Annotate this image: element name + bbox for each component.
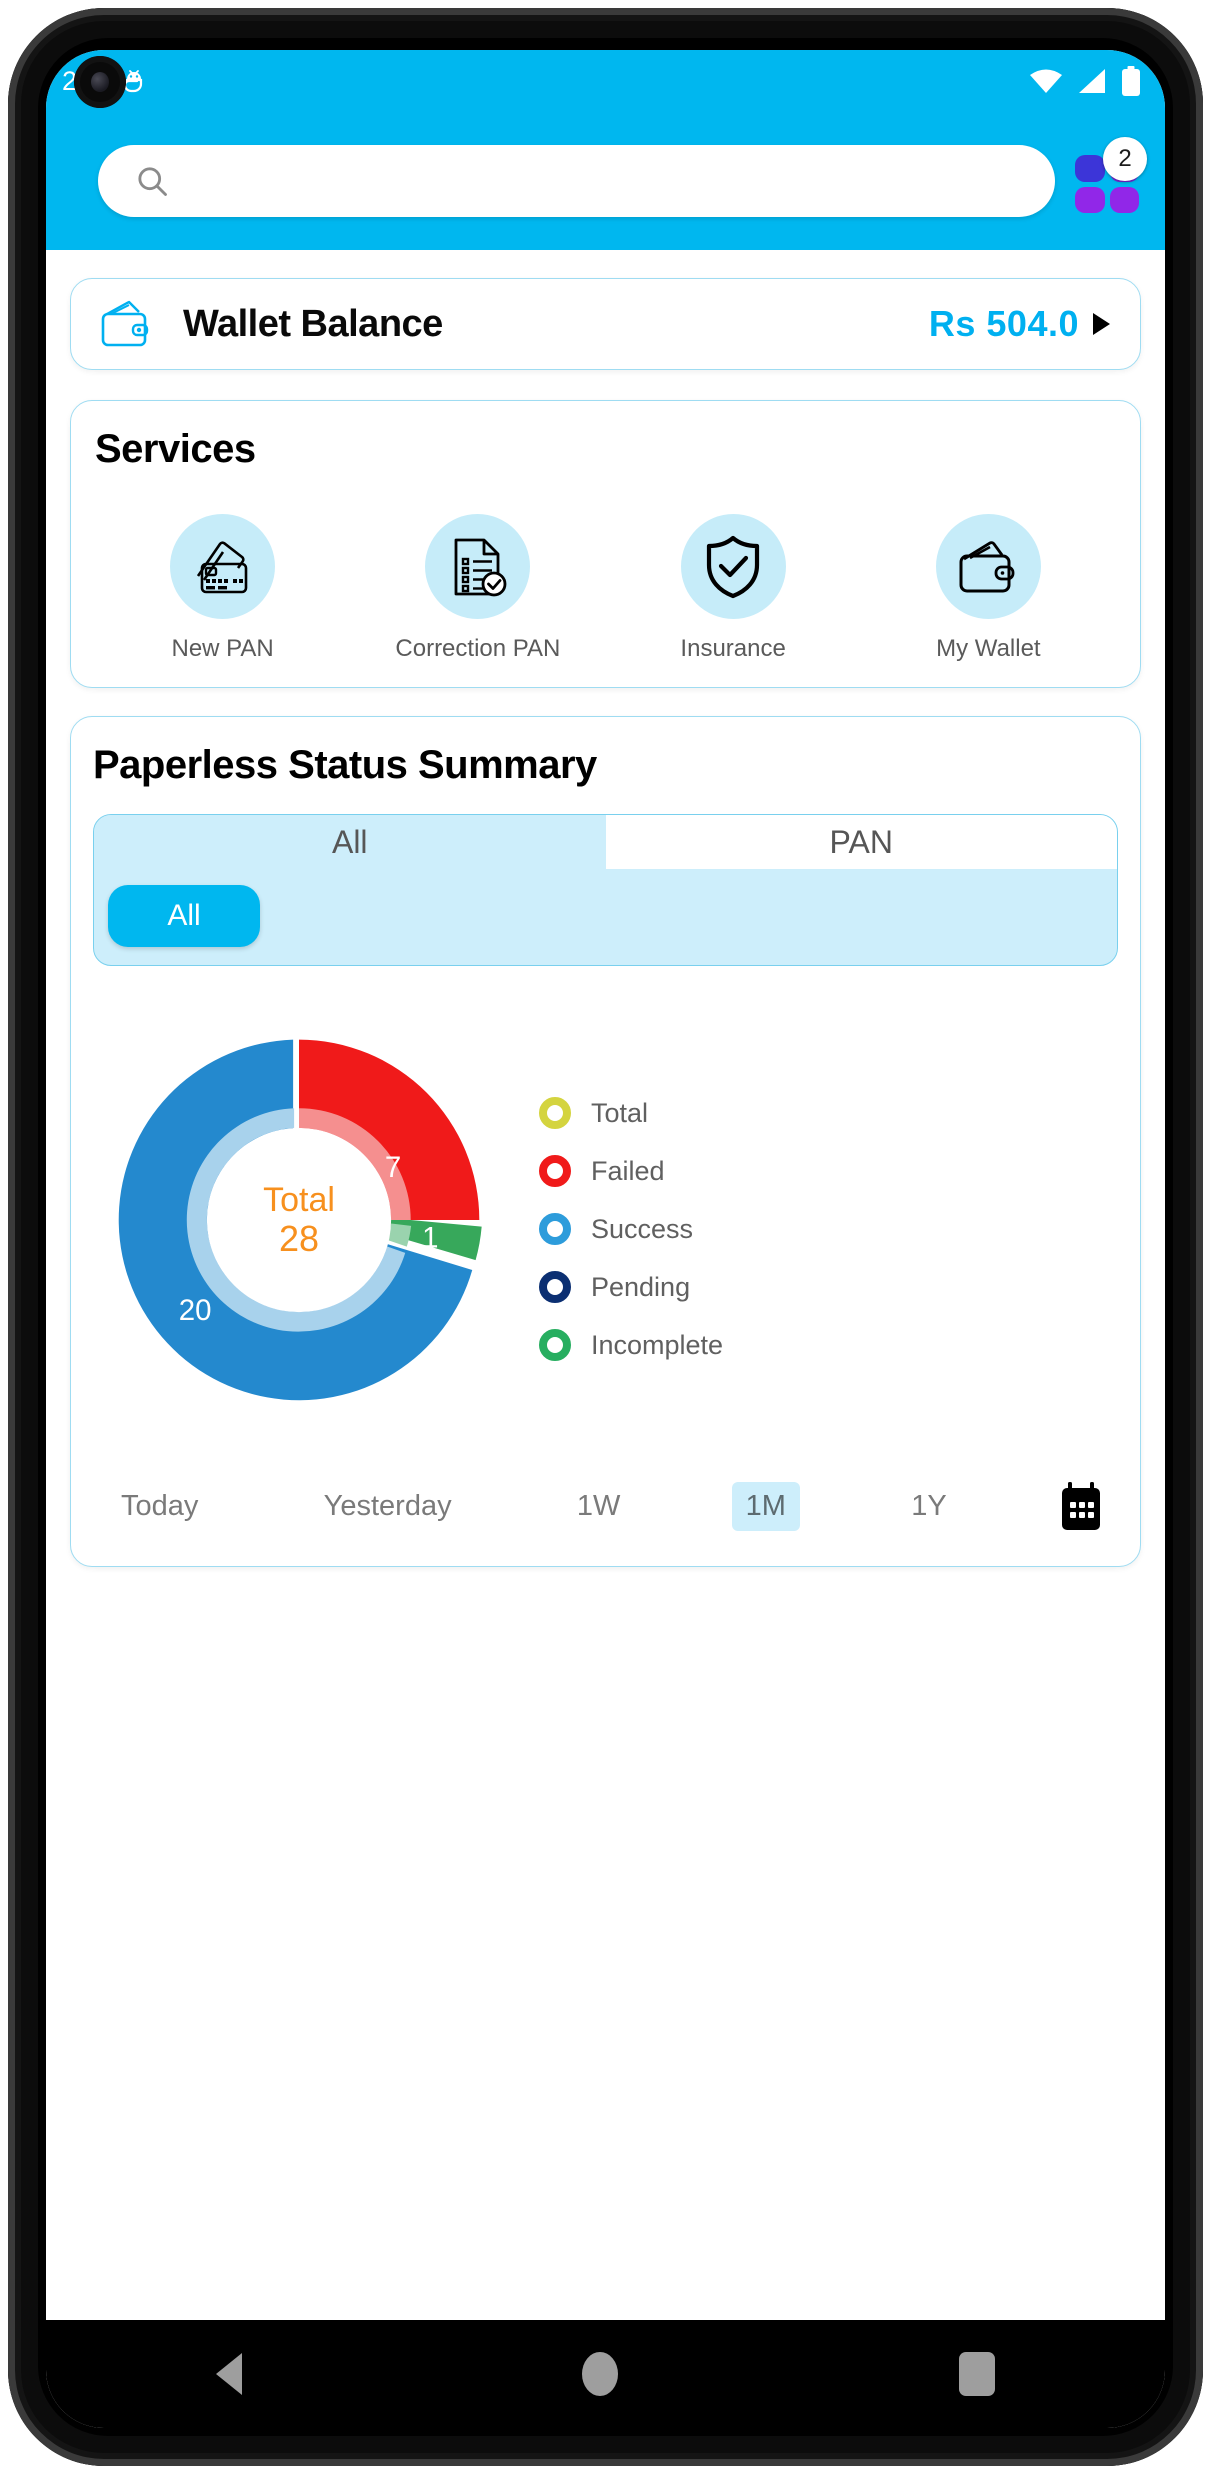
range-1m[interactable]: 1M	[731, 1481, 800, 1531]
wallet-icon	[101, 300, 149, 347]
apps-button[interactable]: 2	[1071, 137, 1147, 215]
summary-filter-panel: All PAN All	[93, 814, 1118, 966]
summary-chip-row: All	[108, 885, 260, 947]
camera-punch-hole	[74, 56, 126, 108]
legend-label: Failed	[591, 1155, 665, 1186]
status-bar: 2	[46, 50, 1165, 112]
date-range-filter: Today Yesterday 1W 1M 1Y	[93, 1470, 1118, 1546]
summary-title: Paperless Status Summary	[93, 743, 597, 787]
legend-item-incomplete[interactable]: Incomplete	[539, 1329, 723, 1361]
paperless-status-summary-card: Paperless Status Summary All PAN All 7 1…	[70, 716, 1141, 1567]
service-label: New PAN	[171, 635, 274, 662]
range-yesterday[interactable]: Yesterday	[310, 1482, 466, 1531]
donut-label-success: 20	[179, 1294, 212, 1327]
cellular-signal-icon	[1079, 69, 1105, 93]
android-nav-bar	[46, 2320, 1165, 2428]
legend-label: Pending	[591, 1271, 691, 1302]
legend-dot-incomplete	[539, 1329, 571, 1361]
donut-center-text: Total 28	[263, 1181, 335, 1259]
apps-notification-badge: 2	[1103, 137, 1147, 181]
app-header: 2 2	[46, 50, 1165, 250]
donut-total-value: 28	[278, 1217, 320, 1259]
chip-all[interactable]: All	[108, 885, 260, 947]
search-row: 2	[46, 112, 1165, 250]
donut-total-label: Total	[263, 1180, 335, 1219]
donut-inner-incomplete	[388, 1223, 412, 1247]
device-screen: 2 2 Wallet Balance Rs 504.0 Services New…	[46, 50, 1165, 2428]
service-item-my-wallet[interactable]: My Wallet	[903, 514, 1073, 663]
credit-cards-icon	[196, 540, 247, 593]
document-checklist-icon	[454, 538, 507, 596]
donut-label-failed: 7	[385, 1151, 401, 1184]
phone-bezel: 2 2 Wallet Balance Rs 504.0 Services New…	[38, 38, 1173, 2436]
page-content: Wallet Balance Rs 504.0 Services New PAN…	[46, 250, 1165, 2320]
back-icon[interactable]	[216, 2353, 243, 2395]
recents-icon[interactable]	[958, 2352, 995, 2396]
search-icon	[138, 167, 167, 196]
legend-item-failed[interactable]: Failed	[539, 1155, 723, 1187]
legend-item-success[interactable]: Success	[539, 1213, 723, 1245]
service-icon-bg	[425, 514, 531, 619]
service-label: Insurance	[680, 635, 786, 662]
phone-frame: 2 2 Wallet Balance Rs 504.0 Services New…	[8, 8, 1203, 2466]
status-donut-chart: 7 1 20 Total 28 Total Failed Success Pen…	[93, 980, 1118, 1460]
tab-pan[interactable]: PAN	[605, 815, 1117, 869]
summary-tabs: All PAN	[94, 815, 1117, 869]
range-1w[interactable]: 1W	[563, 1482, 635, 1531]
service-icon-bg	[935, 514, 1041, 619]
wallet-balance-title: Wallet Balance	[183, 302, 443, 345]
service-item-insurance[interactable]: Insurance	[648, 514, 818, 663]
tab-all[interactable]: All	[94, 815, 606, 869]
home-icon[interactable]	[582, 2352, 619, 2396]
wallet-icon	[959, 540, 1015, 592]
legend-label: Success	[591, 1213, 694, 1244]
legend-dot-total	[539, 1097, 571, 1129]
calendar-icon[interactable]	[1058, 1480, 1104, 1532]
service-icon-bg	[170, 514, 276, 619]
search-bar[interactable]	[98, 145, 1055, 217]
shield-check-icon	[707, 535, 760, 598]
legend-item-total[interactable]: Total	[539, 1097, 723, 1129]
services-card: Services New PAN Correction PAN Insuranc…	[70, 400, 1141, 688]
services-row: New PAN Correction PAN Insurance My Wall…	[95, 514, 1116, 663]
legend-dot-pending	[539, 1271, 571, 1303]
legend-dot-failed	[539, 1155, 571, 1187]
service-item-new-pan[interactable]: New PAN	[138, 514, 308, 663]
battery-icon	[1122, 66, 1140, 96]
legend-dot-success	[539, 1213, 571, 1245]
chevron-right-icon[interactable]	[1093, 313, 1110, 335]
wallet-balance-amount: Rs 504.0	[928, 303, 1079, 344]
search-input[interactable]	[184, 165, 1055, 197]
range-today[interactable]: Today	[107, 1482, 212, 1531]
chart-legend: Total Failed Success Pending Incomplete	[539, 1079, 723, 1361]
legend-label: Incomplete	[591, 1329, 724, 1360]
legend-label: Total	[591, 1097, 649, 1128]
services-title: Services	[95, 427, 256, 471]
wallet-balance-card[interactable]: Wallet Balance Rs 504.0	[70, 278, 1141, 370]
wifi-icon	[1030, 69, 1062, 93]
range-1y[interactable]: 1Y	[897, 1482, 960, 1531]
service-item-correction-pan[interactable]: Correction PAN	[393, 514, 563, 663]
status-bar-right	[1029, 50, 1141, 112]
legend-item-pending[interactable]: Pending	[539, 1271, 723, 1303]
service-icon-bg	[680, 514, 786, 619]
donut-label-incomplete: 1	[422, 1221, 438, 1254]
donut-graphic: 7 1 20 Total 28	[103, 1024, 495, 1416]
service-label: Correction PAN	[395, 635, 561, 662]
service-label: My Wallet	[936, 635, 1041, 662]
